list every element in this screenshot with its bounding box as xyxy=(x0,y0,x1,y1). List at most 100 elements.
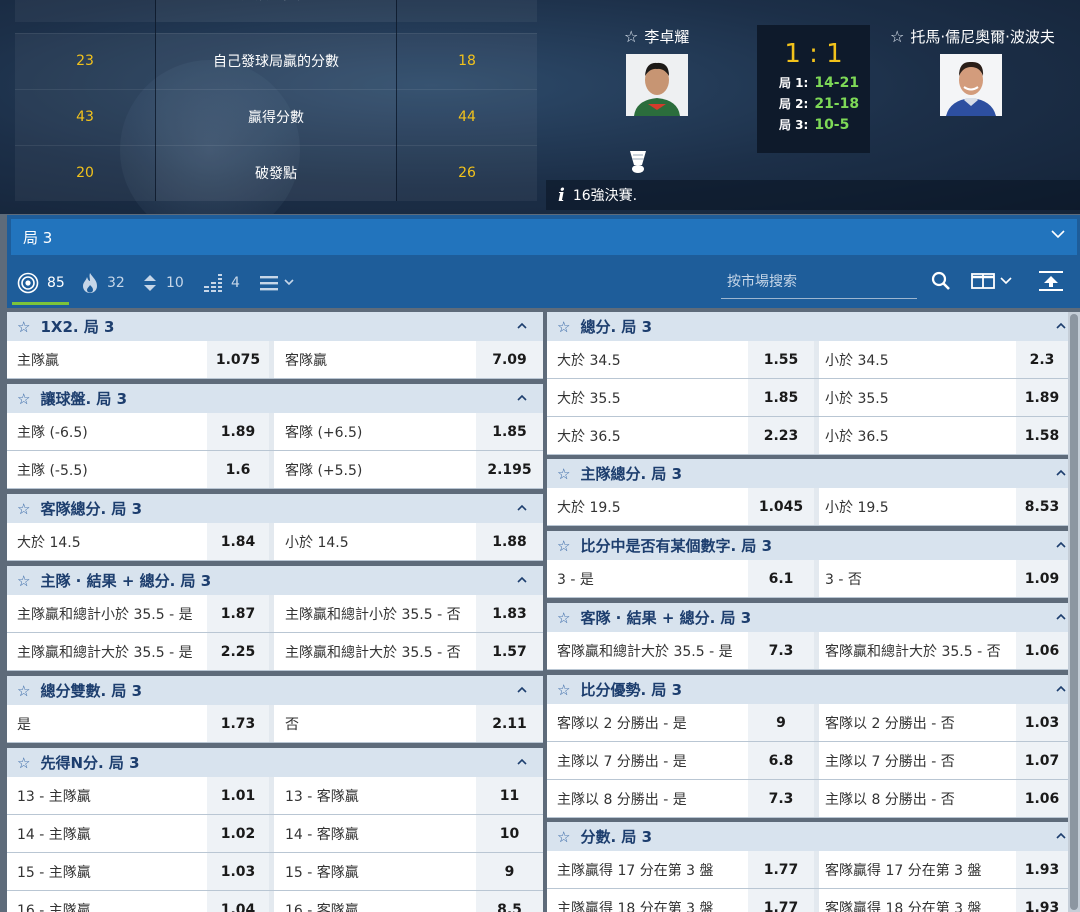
market-header[interactable]: ☆ 讓球盤. 局 3 xyxy=(7,384,543,413)
odds-button[interactable]: 1.01 xyxy=(207,777,269,814)
odds-button[interactable]: 2.195 xyxy=(476,451,543,488)
outcome-label[interactable]: 16 - 主隊贏 xyxy=(7,891,207,912)
period-selector[interactable]: 局 3 xyxy=(11,219,1077,255)
outcome-label[interactable]: 主隊以 8 分勝出 - 否 xyxy=(815,780,1015,817)
outcome-label[interactable]: 小於 36.5 xyxy=(815,417,1015,454)
odds-button[interactable]: 1.77 xyxy=(748,851,814,888)
odds-button[interactable]: 1.89 xyxy=(207,413,269,450)
outcome-label[interactable]: 15 - 主隊贏 xyxy=(7,853,207,890)
outcome-label[interactable]: 主隊贏和總計小於 35.5 - 否 xyxy=(275,595,475,632)
chevron-up-icon[interactable] xyxy=(517,685,527,695)
outcome-label[interactable]: 小於 35.5 xyxy=(815,379,1015,416)
odds-button[interactable]: 7.09 xyxy=(476,341,543,378)
outcome-label[interactable]: 客隊贏 xyxy=(275,341,475,378)
favorite-star-icon[interactable]: ☆ xyxy=(624,27,638,46)
home-player-name[interactable]: ☆ 李卓耀 xyxy=(624,26,689,47)
favorite-star-icon[interactable]: ☆ xyxy=(557,828,570,846)
odds-button[interactable]: 1.06 xyxy=(1016,780,1068,817)
outcome-label[interactable]: 客隊 (+6.5) xyxy=(275,413,475,450)
market-header[interactable]: ☆ 客隊 · 結果 + 總分. 局 3 xyxy=(547,603,1068,632)
chevron-up-icon[interactable] xyxy=(1056,321,1066,331)
search-icon[interactable] xyxy=(931,271,951,291)
filter-more-dropdown[interactable] xyxy=(260,270,304,296)
odds-button[interactable]: 1.06 xyxy=(1016,632,1068,669)
outcome-label[interactable]: 3 - 是 xyxy=(547,560,747,597)
outcome-label[interactable]: 大於 35.5 xyxy=(547,379,747,416)
odds-button[interactable]: 1.73 xyxy=(207,705,269,742)
odds-button[interactable]: 7.3 xyxy=(748,780,814,817)
favorite-star-icon[interactable]: ☆ xyxy=(557,318,570,336)
outcome-label[interactable]: 是 xyxy=(7,705,207,742)
market-header[interactable]: ☆ 先得N分. 局 3 xyxy=(7,748,543,777)
odds-button[interactable]: 6.8 xyxy=(748,742,814,779)
odds-button[interactable]: 10 xyxy=(476,815,543,852)
odds-button[interactable]: 9 xyxy=(476,853,543,890)
odds-button[interactable]: 1.57 xyxy=(476,633,543,670)
outcome-label[interactable]: 主隊贏和總計小於 35.5 - 是 xyxy=(7,595,207,632)
odds-button[interactable]: 1.09 xyxy=(1016,560,1068,597)
favorite-star-icon[interactable]: ☆ xyxy=(17,500,30,518)
filter-tab-all[interactable]: 85 xyxy=(17,270,65,296)
odds-button[interactable]: 1.93 xyxy=(1016,851,1068,888)
chevron-up-icon[interactable] xyxy=(517,393,527,403)
odds-button[interactable]: 2.3 xyxy=(1016,341,1068,378)
outcome-label[interactable]: 主隊贏得 17 分在第 3 盤 xyxy=(547,851,747,888)
outcome-label[interactable]: 3 - 否 xyxy=(815,560,1015,597)
market-header[interactable]: ☆ 主隊 · 結果 + 總分. 局 3 xyxy=(7,566,543,595)
outcome-label[interactable]: 客隊贏得 17 分在第 3 盤 xyxy=(815,851,1015,888)
odds-button[interactable]: 8.53 xyxy=(1016,488,1068,525)
odds-button[interactable]: 1.89 xyxy=(1016,379,1068,416)
outcome-label[interactable]: 主隊 (-5.5) xyxy=(7,451,207,488)
outcome-label[interactable]: 16 - 客隊贏 xyxy=(275,891,475,912)
odds-button[interactable]: 8.5 xyxy=(476,891,543,912)
favorite-star-icon[interactable]: ☆ xyxy=(557,537,570,555)
outcome-label[interactable]: 小於 19.5 xyxy=(815,488,1015,525)
odds-button[interactable]: 6.1 xyxy=(748,560,814,597)
outcome-label[interactable]: 主隊以 7 分勝出 - 否 xyxy=(815,742,1015,779)
chevron-up-icon[interactable] xyxy=(1056,831,1066,841)
page-scrollbar[interactable] xyxy=(1068,312,1080,912)
market-header[interactable]: ☆ 比分中是否有某個數字. 局 3 xyxy=(547,531,1068,560)
outcome-label[interactable]: 14 - 主隊贏 xyxy=(7,815,207,852)
odds-button[interactable]: 1.04 xyxy=(207,891,269,912)
outcome-label[interactable]: 大於 14.5 xyxy=(7,523,207,560)
chevron-up-icon[interactable] xyxy=(1056,684,1066,694)
odds-button[interactable]: 1.85 xyxy=(476,413,543,450)
chevron-up-icon[interactable] xyxy=(517,321,527,331)
favorite-star-icon[interactable]: ☆ xyxy=(17,682,30,700)
outcome-label[interactable]: 小於 14.5 xyxy=(275,523,475,560)
market-header[interactable]: ☆ 總分雙數. 局 3 xyxy=(7,676,543,705)
outcome-label[interactable]: 客隊 (+5.5) xyxy=(275,451,475,488)
outcome-label[interactable]: 客隊以 2 分勝出 - 是 xyxy=(547,704,747,741)
odds-button[interactable]: 1.83 xyxy=(476,595,543,632)
market-header[interactable]: ☆ 總分. 局 3 xyxy=(547,312,1068,341)
odds-button[interactable]: 1.88 xyxy=(476,523,543,560)
odds-button[interactable]: 11 xyxy=(476,777,543,814)
odds-button[interactable]: 1.6 xyxy=(207,451,269,488)
outcome-label[interactable]: 14 - 客隊贏 xyxy=(275,815,475,852)
outcome-label[interactable]: 主隊以 8 分勝出 - 是 xyxy=(547,780,747,817)
outcome-label[interactable]: 主隊贏和總計大於 35.5 - 是 xyxy=(7,633,207,670)
outcome-label[interactable]: 大於 34.5 xyxy=(547,341,747,378)
odds-button[interactable]: 2.25 xyxy=(207,633,269,670)
favorite-star-icon[interactable]: ☆ xyxy=(557,465,570,483)
favorite-star-icon[interactable]: ☆ xyxy=(17,390,30,408)
outcome-label[interactable]: 客隊以 2 分勝出 - 否 xyxy=(815,704,1015,741)
odds-button[interactable]: 1.93 xyxy=(1016,889,1068,912)
filter-tab-popular[interactable]: 32 xyxy=(81,270,125,296)
odds-button[interactable]: 1.55 xyxy=(748,341,814,378)
outcome-label[interactable]: 13 - 主隊贏 xyxy=(7,777,207,814)
favorite-star-icon[interactable]: ☆ xyxy=(890,27,904,46)
market-search-input[interactable] xyxy=(721,266,917,298)
odds-button[interactable]: 2.23 xyxy=(748,417,814,454)
odds-button[interactable]: 1.07 xyxy=(1016,742,1068,779)
market-search[interactable] xyxy=(721,266,917,299)
odds-button[interactable]: 1.02 xyxy=(207,815,269,852)
odds-button[interactable]: 1.075 xyxy=(207,341,269,378)
outcome-label[interactable]: 主隊贏 xyxy=(7,341,207,378)
odds-button[interactable]: 2.11 xyxy=(476,705,543,742)
outcome-label[interactable]: 客隊贏和總計大於 35.5 - 是 xyxy=(547,632,747,669)
collapse-all-icon[interactable] xyxy=(1038,270,1064,292)
favorite-star-icon[interactable]: ☆ xyxy=(557,609,570,627)
favorite-star-icon[interactable]: ☆ xyxy=(17,754,30,772)
